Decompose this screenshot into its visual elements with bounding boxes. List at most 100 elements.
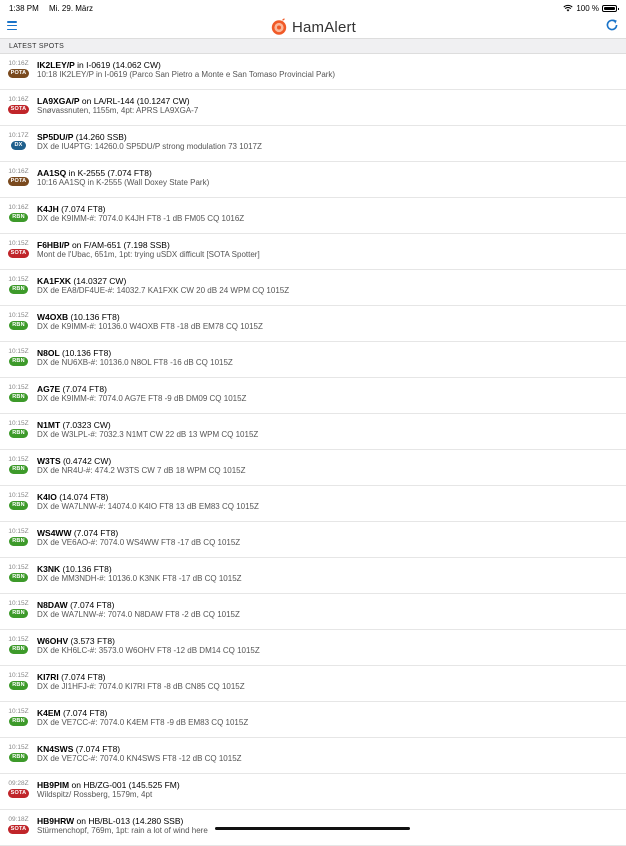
- spot-row[interactable]: 10:15Z RBN K3NK (10.136 FT8) DX de MM3NDH-#…: [0, 558, 626, 594]
- spot-frequency: (10.136 FT8): [68, 312, 120, 322]
- source-badge: POTA: [7, 177, 30, 186]
- spot-time: 10:15Z: [8, 456, 29, 463]
- spot-row[interactable]: 10:16Z RBN K4JH (7.074 FT8) DX de K9IMM-#: …: [0, 198, 626, 234]
- spot-detail: 10:18 IK2LEY/P in I-0619 (Parco San Piet…: [37, 70, 336, 79]
- spot-meta: 10:17Z DX: [0, 126, 37, 150]
- app-title: HamAlert: [291, 18, 357, 36]
- spot-connector: in: [74, 60, 87, 70]
- spot-callsign: IK2LEY/P: [37, 60, 75, 70]
- menu-button[interactable]: [7, 21, 17, 30]
- spot-text: W4OXB (10.136 FT8) DX de K9IMM-#: 10136.0…: [37, 306, 263, 332]
- spot-reference: LA/RL-144: [93, 96, 135, 106]
- spot-meta: 10:15Z RBN: [0, 738, 37, 762]
- spot-detail: DX de K9IMM-#: 7074.0 K4JH FT8 -1 dB FM0…: [37, 214, 245, 223]
- spot-summary: HB9PIM on HB/ZG-001 (145.525 FM): [37, 780, 180, 790]
- spot-meta: 10:15Z RBN: [0, 270, 37, 294]
- spot-summary: SP5DU/P (14.260 SSB): [37, 132, 262, 142]
- spot-detail: DX de K9IMM-#: 7074.0 AG7E FT8 -9 dB DM0…: [37, 394, 247, 403]
- spot-row[interactable]: 10:15Z RBN W4OXB (10.136 FT8) DX de K9IMM-#…: [0, 306, 626, 342]
- spot-time: 09:18Z: [8, 816, 29, 823]
- spot-row[interactable]: 09:28Z SOTA HB9PIM on HB/ZG-001 (145.525 F…: [0, 774, 626, 810]
- spot-detail: DX de VE6AO-#: 7074.0 WS4WW FT8 -17 dB C…: [37, 538, 241, 547]
- spot-row[interactable]: 10:15Z RBN W3TS (0.4742 CW) DX de NR4U-#: 4…: [0, 450, 626, 486]
- spot-row[interactable]: 10:15Z RBN KN4SWS (7.074 FT8) DX de VE7CC-#…: [0, 738, 626, 774]
- spot-row[interactable]: 10:15Z RBN KI7RI (7.074 FT8) DX de JI1HFJ-#…: [0, 666, 626, 702]
- spot-row[interactable]: 10:15Z RBN N1MT (7.0323 CW) DX de W3LPL-#: …: [0, 414, 626, 450]
- source-badge: RBN: [9, 285, 28, 294]
- source-badge: SOTA: [7, 105, 30, 114]
- spot-row[interactable]: 10:16Z SOTA LA9XGA/P on LA/RL-144 (10.1247…: [0, 90, 626, 126]
- spot-detail: Wildspitz/ Rossberg, 1579m, 4pt: [37, 790, 153, 799]
- source-badge: RBN: [9, 609, 28, 618]
- spot-row[interactable]: 10:15Z RBN N8OL (10.136 FT8) DX de NU6XB-#:…: [0, 342, 626, 378]
- spot-detail: DX de VE7CC-#: 7074.0 KN4SWS FT8 -12 dB …: [37, 754, 242, 763]
- spot-text: KN4SWS (7.074 FT8) DX de VE7CC-#: 7074.0 …: [37, 738, 242, 764]
- spot-detail: 10:16 AA1SQ in K-2555 (Wall Doxey State …: [37, 178, 210, 187]
- spot-callsign: K4IO: [37, 492, 57, 502]
- refresh-icon[interactable]: [605, 18, 619, 32]
- spot-row[interactable]: 10:15Z RBN WS4WW (7.074 FT8) DX de VE6AO-#:…: [0, 522, 626, 558]
- spot-text: N8OL (10.136 FT8) DX de NU6XB-#: 10136.0 …: [37, 342, 233, 368]
- spot-frequency: (10.1247 CW): [134, 96, 190, 106]
- spot-text: N1MT (7.0323 CW) DX de W3LPL-#: 7032.3 N1…: [37, 414, 258, 440]
- spot-summary: K4JH (7.074 FT8): [37, 204, 244, 214]
- source-badge: RBN: [9, 573, 28, 582]
- spot-callsign: N8DAW: [37, 600, 68, 610]
- spot-meta: 10:15Z RBN: [0, 702, 37, 726]
- spot-time: 10:16Z: [8, 168, 29, 175]
- spot-text: HB9PIM on HB/ZG-001 (145.525 FM) Wildspit…: [37, 774, 180, 800]
- source-badge: DX: [11, 141, 26, 150]
- spot-time: 10:16Z: [8, 204, 29, 211]
- spot-time: 10:15Z: [8, 636, 29, 643]
- spot-meta: 10:15Z RBN: [0, 630, 37, 654]
- spot-frequency: (7.074 FT8): [71, 528, 119, 538]
- battery-percent: 100 %: [576, 3, 599, 13]
- source-badge: RBN: [9, 465, 28, 474]
- spot-callsign: KN4SWS: [37, 744, 74, 754]
- spot-callsign: K3NK: [37, 564, 61, 574]
- spot-row[interactable]: 10:15Z RBN N8DAW (7.074 FT8) DX de WA7LNW-#…: [0, 594, 626, 630]
- spot-callsign: W4OXB: [37, 312, 69, 322]
- spot-meta: 10:15Z RBN: [0, 450, 37, 474]
- spot-frequency: (7.198 SSB): [121, 240, 170, 250]
- spot-text: WS4WW (7.074 FT8) DX de VE6AO-#: 7074.0 W…: [37, 522, 240, 548]
- spot-row[interactable]: 10:15Z SOTA F6HBI/P on F/AM-651 (7.198 SSB…: [0, 234, 626, 270]
- spot-text: HB9HRW on HB/BL-013 (14.280 SSB) Stürmenc…: [37, 810, 208, 836]
- spot-row[interactable]: 10:15Z RBN KA1FXK (14.0327 CW) DX de EA8/DF…: [0, 270, 626, 306]
- spot-callsign: HB9HRW: [37, 816, 75, 826]
- spot-summary: W4OXB (10.136 FT8): [37, 312, 263, 322]
- spot-row[interactable]: 10:17Z DX SP5DU/P (14.260 SSB) DX de IU4PTG…: [0, 126, 626, 162]
- spot-text: AA1SQ in K-2555 (7.074 FT8) 10:16 AA1SQ i…: [37, 162, 209, 188]
- spot-row[interactable]: 10:16Z POTA AA1SQ in K-2555 (7.074 FT8) 10:…: [0, 162, 626, 198]
- spot-summary: N8DAW (7.074 FT8): [37, 600, 240, 610]
- spot-frequency: (14.0327 CW): [71, 276, 127, 286]
- spot-row[interactable]: 10:15Z RBN AG7E (7.074 FT8) DX de K9IMM-#: …: [0, 378, 626, 414]
- spot-detail: DX de EA8/DF4UE-#: 14032.7 KA1FXK CW 20 …: [37, 286, 290, 295]
- source-badge: RBN: [9, 645, 28, 654]
- spot-frequency: (0.4742 CW): [60, 456, 112, 466]
- spot-detail: DX de NU6XB-#: 10136.0 N8OL FT8 -16 dB C…: [37, 358, 233, 367]
- spot-connector: on: [74, 816, 89, 826]
- source-badge: RBN: [9, 357, 28, 366]
- spot-connector: on: [79, 96, 94, 106]
- spot-detail: DX de IU4PTG: 14260.0 SP5DU/P strong mod…: [37, 142, 262, 151]
- spot-row[interactable]: 10:16Z POTA IK2LEY/P in I-0619 (14.062 CW)…: [0, 54, 626, 90]
- spot-detail: DX de K9IMM-#: 10136.0 W4OXB FT8 -18 dB …: [37, 322, 263, 331]
- spot-reference: HB/BL-013: [88, 816, 130, 826]
- spot-summary: K3NK (10.136 FT8): [37, 564, 242, 574]
- spot-row[interactable]: 10:15Z RBN K4EM (7.074 FT8) DX de VE7CC-#: …: [0, 702, 626, 738]
- spot-callsign: W3TS: [37, 456, 61, 466]
- spot-summary: N8OL (10.136 FT8): [37, 348, 233, 358]
- latest-spots-header: LATEST SPOTS: [0, 38, 626, 54]
- spot-text: K4JH (7.074 FT8) DX de K9IMM-#: 7074.0 K4…: [37, 198, 244, 224]
- spot-time: 10:15Z: [8, 312, 29, 319]
- spot-text: W3TS (0.4742 CW) DX de NR4U-#: 474.2 W3TS…: [37, 450, 246, 476]
- spot-meta: 10:16Z POTA: [0, 162, 37, 186]
- spot-row[interactable]: 10:15Z RBN K4IO (14.074 FT8) DX de WA7LNW-#…: [0, 486, 626, 522]
- spot-summary: KI7RI (7.074 FT8): [37, 672, 245, 682]
- spot-summary: HB9HRW on HB/BL-013 (14.280 SSB): [37, 816, 208, 826]
- spot-callsign: AA1SQ: [37, 168, 67, 178]
- spot-detail: Snøvassnuten, 1155m, 4pt: APRS LA9XGA-7: [37, 106, 199, 115]
- spot-row[interactable]: 10:15Z RBN W6OHV (3.573 FT8) DX de KH6LC-#:…: [0, 630, 626, 666]
- spot-meta: 10:16Z RBN: [0, 198, 37, 222]
